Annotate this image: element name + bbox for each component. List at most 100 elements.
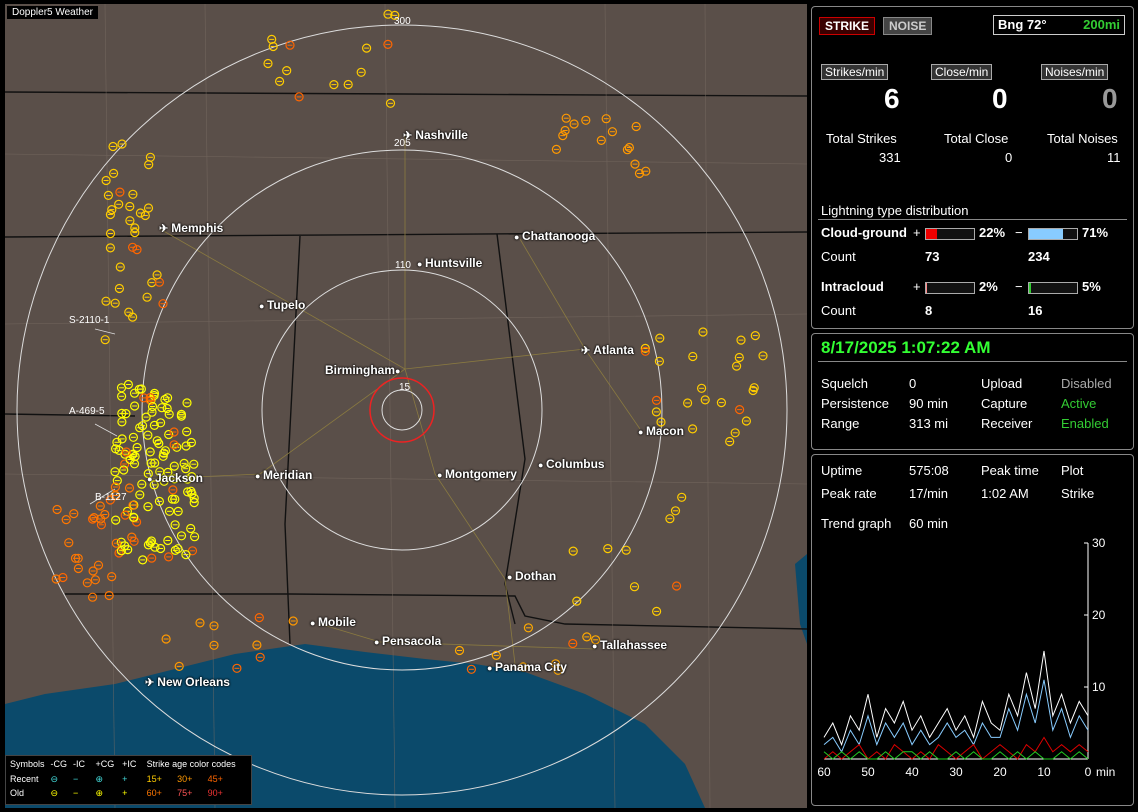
trend-graph-value: 60 min <box>909 516 949 531</box>
legend-symbols-label: Symbols <box>10 759 45 769</box>
age-60: 60+ <box>146 788 162 798</box>
trend-graph: 10 20 30 60 50 40 30 20 10 0 min <box>818 537 1115 777</box>
cg-plus-count: 73 <box>925 249 940 264</box>
city-dot-icon: ● <box>514 232 522 242</box>
cg-minus-bar-fill <box>1029 229 1064 239</box>
settings-panel: 8/17/2025 1:07:22 AM Squelch 0 Upload Di… <box>811 333 1134 450</box>
distribution-divider <box>818 219 1127 220</box>
plot-label: Plot <box>1061 463 1084 478</box>
x-tick-label: 60 <box>818 765 831 777</box>
city-dot-icon: ● <box>437 470 445 480</box>
strike-markers <box>51 9 768 675</box>
city-nashville: ✈ Nashville <box>403 128 468 142</box>
strikes-per-min-value: 6 <box>884 83 900 114</box>
range-label: Range <box>821 416 860 431</box>
squelch-label: Squelch <box>821 376 868 391</box>
intracloud-label: Intracloud <box>821 279 884 294</box>
old-cg-plus-icon: ⊕ <box>95 788 104 798</box>
map-title: Doppler5 Weather <box>7 6 98 19</box>
city-dot-icon: ● <box>638 427 646 437</box>
lightning-map[interactable]: Doppler5 Weather 300 205 110 15 ✈ Nashvi… <box>5 4 807 808</box>
airport-icon: ✈ <box>403 130 416 142</box>
old-ic-minus-icon: − <box>73 788 79 798</box>
airport-icon: ✈ <box>581 345 594 357</box>
recent-ic-plus-icon: + <box>122 774 128 784</box>
city-label: Tupelo <box>266 298 306 312</box>
ic-minus-sign: − <box>1015 279 1023 294</box>
close-per-min-header: Close/min <box>931 64 993 80</box>
x-tick-label: 40 <box>905 765 919 777</box>
bearing-range-display[interactable]: Bng 72° 200mi <box>993 15 1125 35</box>
roads <box>149 134 641 665</box>
cg-plus-bar <box>925 228 975 240</box>
city-mobile: ● Mobile <box>310 615 356 629</box>
city-dot-icon: ● <box>259 301 267 311</box>
city-atlanta: ✈ Atlanta <box>581 343 634 357</box>
cg-minus-bar <box>1028 228 1078 240</box>
city-label: Nashville <box>415 128 468 142</box>
stats-panel: Uptime 575:08 Peak time Plot Peak rate 1… <box>811 454 1134 806</box>
city-meridian: ● Meridian <box>255 468 312 482</box>
legend-recent-label: Recent <box>10 774 39 784</box>
city-dothan: ● Dothan <box>507 569 556 583</box>
upload-value: Disabled <box>1061 376 1112 391</box>
city-macon: ● Macon <box>638 424 684 438</box>
city-montgomery: ● Montgomery <box>437 467 517 481</box>
x-tick-label: 50 <box>861 765 875 777</box>
city-label: Macon <box>645 424 684 438</box>
city-chattanooga: ● Chattanooga <box>514 229 595 243</box>
x-tick-label: 20 <box>993 765 1007 777</box>
storm-label: A-469-5 <box>69 406 105 417</box>
distribution-title: Lightning type distribution <box>821 203 969 218</box>
noises-per-min-header: Noises/min <box>1041 64 1109 80</box>
age-45: 45+ <box>207 774 223 784</box>
city-dot-icon: ● <box>417 259 425 269</box>
age-75: 75+ <box>177 788 193 798</box>
ic-plus-bar <box>925 282 975 294</box>
ring-label-300: 300 <box>394 16 411 27</box>
cg-plus-pct: 22% <box>979 225 1006 240</box>
city-label: Tallahassee <box>599 638 668 652</box>
strikes-per-min-header: Strikes/min <box>821 64 889 80</box>
peak-rate-value: 17/min <box>909 486 949 501</box>
trend-graph-label: Trend graph <box>821 516 892 531</box>
ic-minus-pct: 5% <box>1082 279 1101 294</box>
city-panama-city: ● Panama City <box>487 660 567 674</box>
legend-old-label: Old <box>10 788 25 798</box>
x-tick-label: 0 <box>1085 765 1092 777</box>
x-axis-label: min <box>1096 765 1115 777</box>
persistence-label: Persistence <box>821 396 889 411</box>
strike-legend: Symbols -CG -IC +CG +IC Strike age color… <box>5 755 252 805</box>
city-dot-icon: ● <box>374 637 382 647</box>
y-tick-label: 10 <box>1092 680 1106 694</box>
capture-label: Capture <box>981 396 1028 411</box>
total-strikes-value: 331 <box>879 150 901 165</box>
city-label: Mobile <box>317 615 356 629</box>
ic-minus-bar-fill <box>1029 283 1032 293</box>
cg-minus-sign: − <box>1015 225 1023 240</box>
range-value: 200mi <box>1083 17 1120 32</box>
datetime-display: 8/17/2025 1:07:22 AM <box>821 338 991 357</box>
city-label: Montgomery <box>444 467 517 481</box>
legend-ic-minus: -IC <box>73 759 86 769</box>
city-dot-icon: ● <box>487 663 495 673</box>
cloud-ground-label: Cloud-ground <box>821 225 907 240</box>
ic-plus-bar-fill <box>926 283 927 293</box>
city-label: Columbus <box>545 457 605 471</box>
storm-label: B-1127 <box>95 492 127 503</box>
atlantic-water <box>795 554 807 644</box>
squelch-value: 0 <box>909 376 917 391</box>
x-tick-label: 30 <box>949 765 963 777</box>
old-cg-minus-icon: ⊖ <box>50 788 59 798</box>
cg-minus-count: 234 <box>1028 249 1050 264</box>
recent-cg-plus-icon: ⊕ <box>95 774 104 784</box>
recent-cg-minus-icon: ⊖ <box>50 774 59 784</box>
noise-mode-button[interactable]: NOISE <box>883 17 933 35</box>
plot-value: Strike <box>1061 486 1095 501</box>
city-birmingham: Birmingham● <box>325 363 400 377</box>
city-label: Meridian <box>262 468 313 482</box>
city-huntsville: ● Huntsville <box>417 256 482 270</box>
city-label: Pensacola <box>381 634 442 648</box>
uptime-label: Uptime <box>821 463 863 478</box>
strike-mode-button[interactable]: STRIKE <box>819 17 876 35</box>
